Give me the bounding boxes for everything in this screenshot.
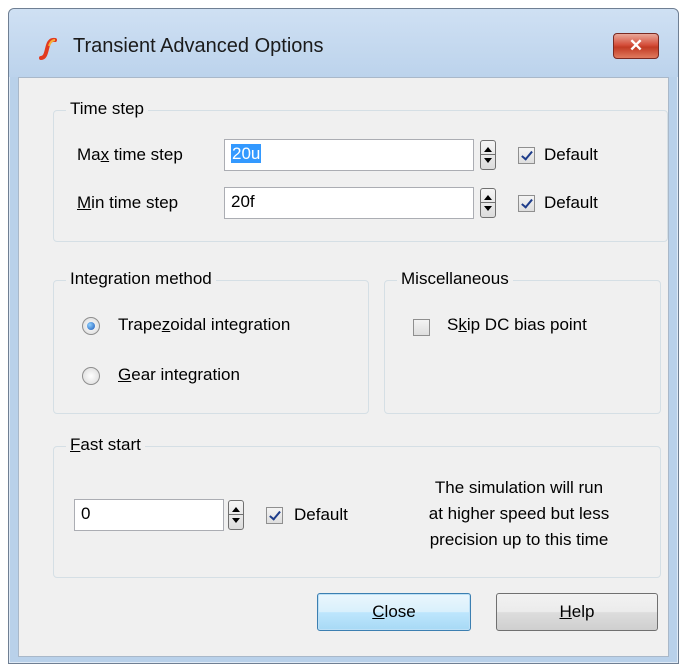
note-line-1: The simulation will run	[434, 478, 604, 497]
max-time-step-value: 20u	[231, 144, 262, 163]
fast-start-input[interactable]: 0	[74, 499, 224, 531]
time-step-group: Time step Max time step 20u Default Min …	[53, 99, 668, 242]
window-title: Transient Advanced Options	[73, 35, 324, 57]
gear-label: Gear integration	[118, 365, 240, 384]
trapezoidal-radio[interactable]	[82, 317, 100, 335]
max-time-step-input[interactable]: 20u	[224, 139, 474, 171]
fast-start-group: Fast start 0 Default The simulation will…	[53, 435, 661, 578]
fast-start-note: The simulation will run at higher speed …	[394, 475, 644, 553]
max-time-step-spinner-icon[interactable]	[480, 140, 496, 170]
app-logo-icon	[39, 37, 57, 60]
help-button[interactable]: Help	[496, 593, 658, 631]
close-window-button[interactable]: ✕	[613, 33, 659, 59]
close-button[interactable]: Close	[317, 593, 471, 631]
min-time-step-label: Min time step	[77, 193, 179, 212]
dialog-window: Transient Advanced Options ✕ Time step M…	[8, 8, 679, 664]
fast-start-spinner-icon[interactable]	[228, 500, 244, 530]
skip-dc-bias-checkbox[interactable]	[413, 319, 430, 336]
skip-dc-bias-label: Skip DC bias point	[447, 315, 587, 334]
time-step-group-label: Time step	[66, 99, 149, 119]
min-time-step-default-label: Default	[544, 193, 598, 212]
fast-start-default-checkbox[interactable]	[266, 507, 283, 524]
fast-start-group-label: Fast start	[66, 435, 145, 455]
min-time-step-default-checkbox[interactable]	[518, 195, 535, 212]
miscellaneous-group: Miscellaneous Skip DC bias point	[384, 269, 661, 414]
min-time-step-spinner-icon[interactable]	[480, 188, 496, 218]
min-time-step-input[interactable]: 20f	[224, 187, 474, 219]
max-time-step-default-checkbox[interactable]	[518, 147, 535, 164]
gear-radio[interactable]	[82, 367, 100, 385]
max-time-step-label: Max time step	[77, 145, 183, 164]
miscellaneous-group-label: Miscellaneous	[397, 269, 513, 289]
integration-method-group: Integration method Trapezoidal integrati…	[53, 269, 369, 414]
fast-start-default-label: Default	[294, 505, 348, 524]
note-line-2: at higher speed but less	[428, 504, 610, 523]
title-bar[interactable]: Transient Advanced Options ✕	[9, 9, 678, 77]
trapezoidal-label: Trapezoidal integration	[118, 315, 291, 334]
note-line-3: precision up to this time	[429, 530, 609, 549]
fast-start-value: 0	[81, 504, 91, 523]
dialog-client-area: Time step Max time step 20u Default Min …	[18, 77, 669, 657]
max-time-step-default-label: Default	[544, 145, 598, 164]
min-time-step-value: 20f	[231, 192, 255, 211]
close-icon: ✕	[628, 36, 644, 55]
integration-method-group-label: Integration method	[66, 269, 216, 289]
